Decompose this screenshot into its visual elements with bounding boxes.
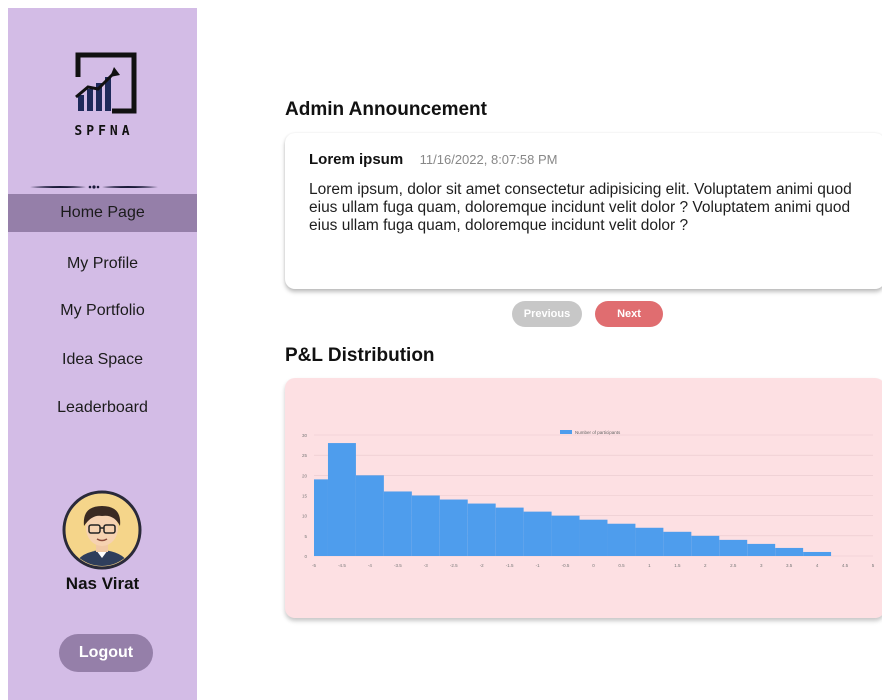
logout-button[interactable]: Logout (59, 634, 153, 672)
x-tick-label: 2.5 (730, 563, 737, 568)
histogram-bar (691, 535, 720, 556)
y-tick-label: 15 (302, 494, 308, 499)
histogram-bar (495, 507, 524, 556)
user-name: Nas Virat (65, 574, 140, 593)
x-tick-label: 3 (760, 563, 763, 568)
histogram-bar (314, 479, 328, 556)
distribution-section-title: P&L Distribution (285, 345, 435, 366)
announcement-card: Lorem ipsum 11/16/2022, 8:07:58 PM Lorem… (285, 133, 882, 289)
ornament-divider-icon (30, 185, 158, 189)
x-tick-label: 5 (872, 563, 875, 568)
x-tick-label: 2 (704, 563, 707, 568)
x-tick-label: -3.5 (394, 563, 402, 568)
sidebar-item-leaderboard[interactable]: Leaderboard (8, 389, 197, 427)
histogram-bar (411, 495, 440, 556)
x-tick-label: -4 (368, 563, 372, 568)
sidebar-item-my-portfolio[interactable]: My Portfolio (8, 292, 197, 330)
histogram-bar (355, 475, 384, 556)
y-tick-label: 30 (302, 433, 308, 438)
x-tick-label: 1.5 (674, 563, 681, 568)
x-tick-label: 1 (648, 563, 651, 568)
announcement-body: Lorem ipsum, dolor sit amet consectetur … (309, 181, 852, 234)
histogram-bar (467, 503, 496, 556)
x-tick-label: 4 (816, 563, 819, 568)
histogram-bar (383, 491, 412, 556)
histogram-bar (719, 539, 748, 556)
x-tick-label: -2.5 (450, 563, 458, 568)
sidebar-item-home-page[interactable]: Home Page (8, 194, 197, 232)
x-tick-label: 0.5 (618, 563, 625, 568)
announcement-section-title: Admin Announcement (285, 99, 487, 120)
x-tick-label: -0.5 (562, 563, 570, 568)
user-avatar (62, 490, 142, 570)
y-tick-label: 20 (302, 473, 308, 478)
legend-swatch (560, 430, 572, 434)
x-tick-label: -1.5 (506, 563, 514, 568)
histogram-bar (439, 499, 468, 556)
x-tick-label: 3.5 (786, 563, 793, 568)
histogram-bar (551, 515, 580, 556)
x-tick-label: -2 (480, 563, 484, 568)
y-tick-label: 5 (304, 534, 307, 539)
legend-label: Number of participants (575, 430, 621, 435)
x-tick-label: -1 (536, 563, 540, 568)
x-tick-label: -4.5 (338, 563, 346, 568)
x-tick-label: -5 (312, 563, 316, 568)
x-tick-label: 4.5 (842, 563, 849, 568)
sidebar-item-idea-space[interactable]: Idea Space (8, 341, 197, 379)
y-tick-label: 25 (302, 453, 308, 458)
sidebar-item-my-profile[interactable]: My Profile (8, 245, 197, 283)
pnl-distribution-chart: 051015202530-5 -4.5 -4 -3.5 -3 -2.5 -2 -1.5 -1 -0… (302, 430, 875, 568)
announcement-header: Lorem ipsum 11/16/2022, 8:07:58 PM (309, 151, 557, 169)
y-tick-label: 10 (302, 514, 308, 519)
x-tick-label: -3 (424, 563, 428, 568)
histogram-bar (635, 527, 664, 556)
histogram-bar (607, 523, 636, 556)
histogram-bar (663, 531, 692, 556)
histogram-bar (327, 443, 356, 556)
sidebar: SPFNA Home Page My Profile My Portfolio … (8, 8, 197, 700)
histogram-bar (747, 543, 776, 556)
logo-mark-icon (75, 52, 137, 114)
announcement-title: Lorem ipsum (309, 151, 404, 168)
announcement-timestamp: 11/16/2022, 8:07:58 PM (419, 152, 558, 167)
chart-card: 0 5 10 15 20 25 30 -5 -4.5 -4 -3.5 -3 -2.5 -2 -1.5 -1 -0… (285, 378, 882, 618)
next-button[interactable]: Next (595, 301, 663, 327)
histogram-bar (775, 547, 804, 556)
histogram-bar (523, 511, 552, 556)
x-tick-label: 0 (592, 563, 595, 568)
histogram-bar (803, 551, 832, 556)
logo-text: SPFNA (74, 124, 134, 139)
spfna-logo: SPFNA (64, 51, 144, 143)
histogram-bar (579, 519, 608, 556)
previous-button[interactable]: Previous (512, 301, 582, 327)
y-tick-label: 0 (304, 554, 307, 559)
